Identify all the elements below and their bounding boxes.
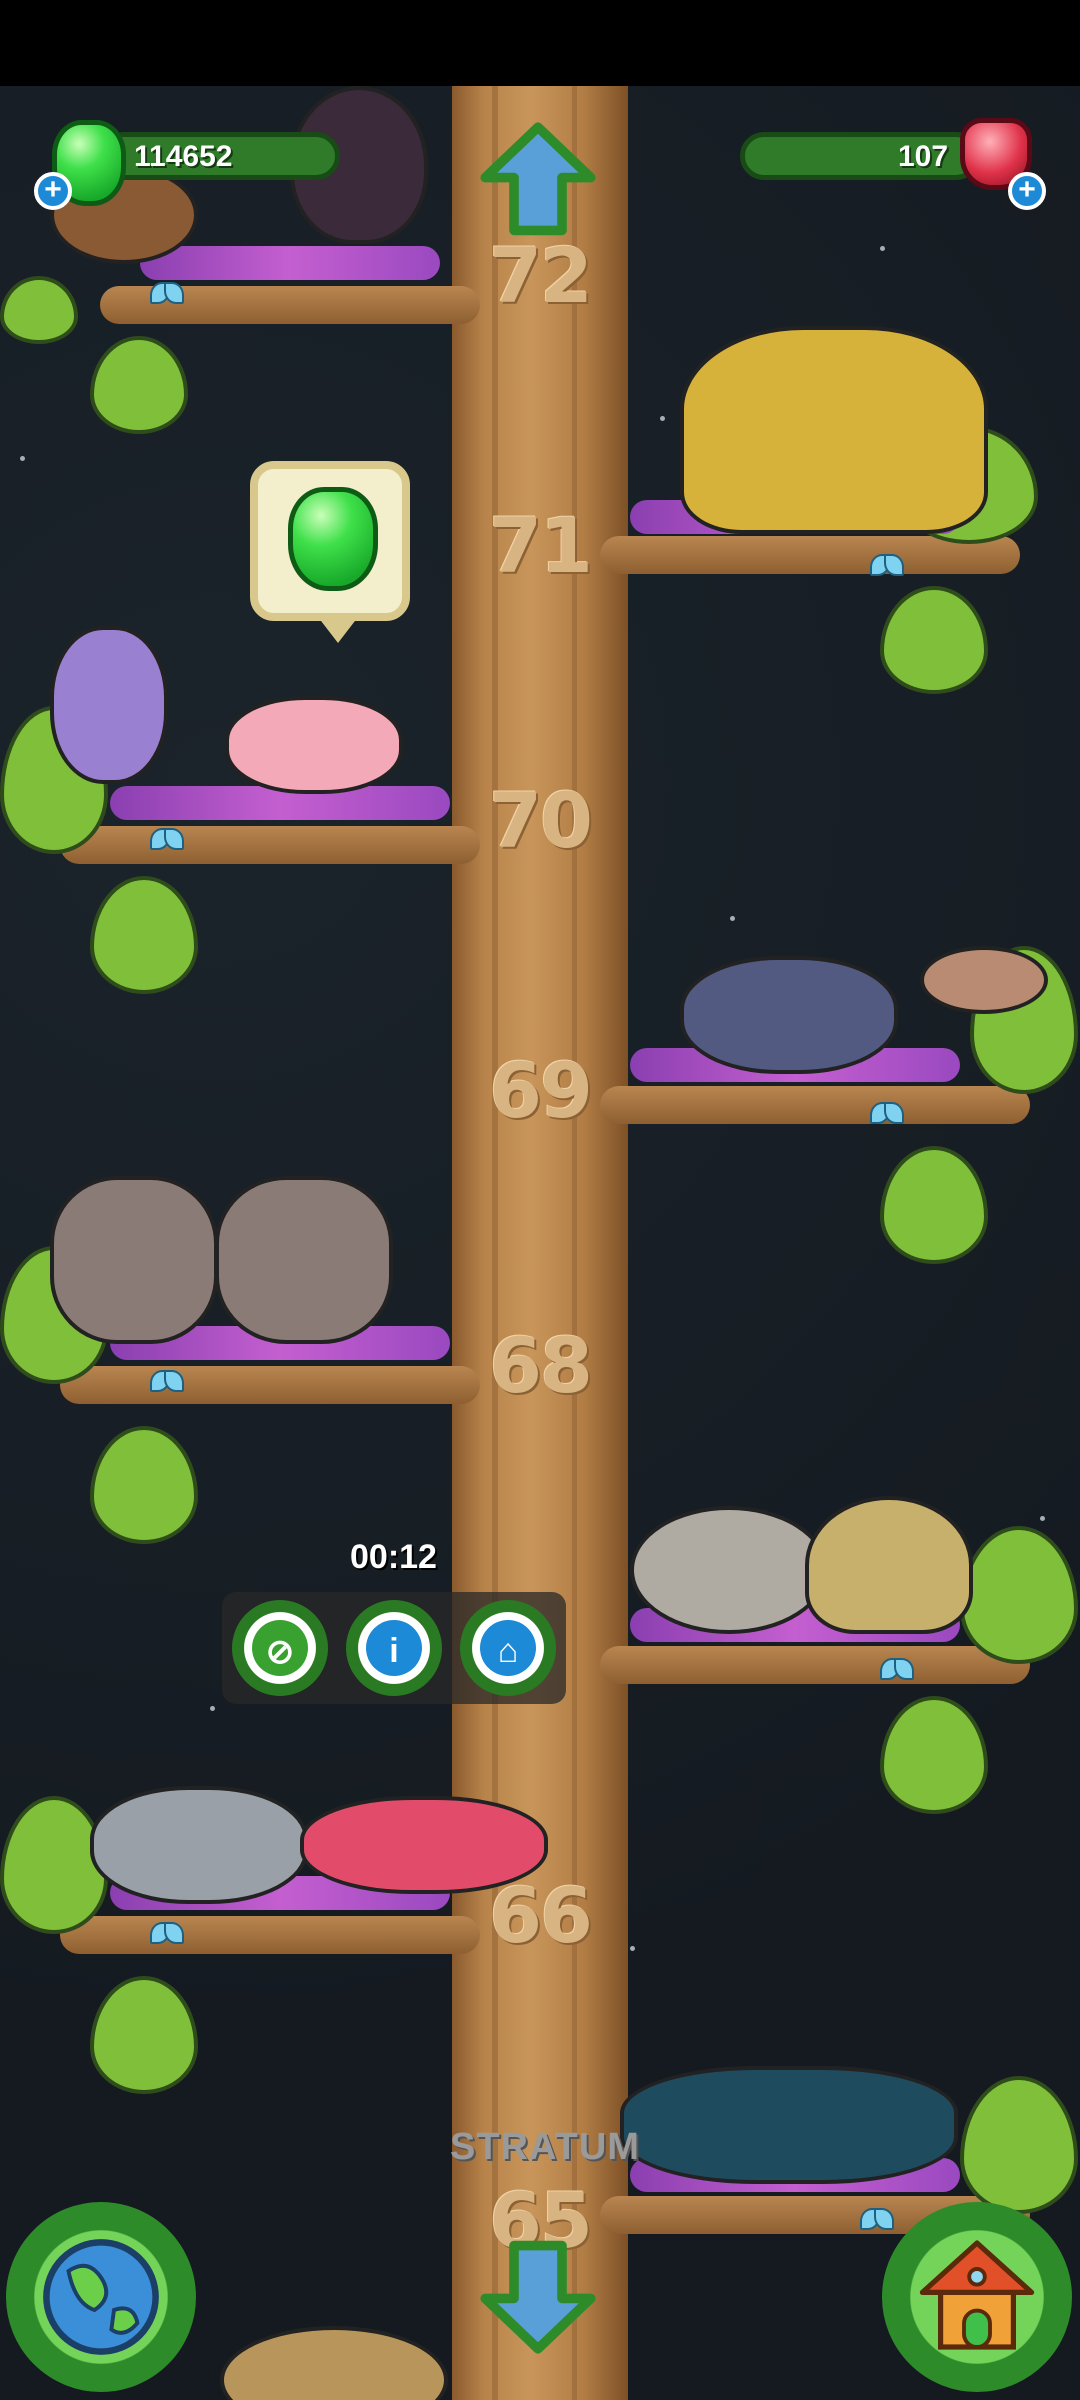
barn-button[interactable]: ⌂ xyxy=(460,1600,556,1696)
arrow-down-icon xyxy=(480,2240,596,2354)
butterfly-icon xyxy=(150,282,184,304)
level-number-70: 70 xyxy=(489,776,593,865)
leaf xyxy=(880,586,988,694)
branch-66 xyxy=(60,1916,480,1954)
leaf xyxy=(90,1976,198,2094)
flying-pig-creature[interactable] xyxy=(225,696,403,794)
star xyxy=(730,916,735,921)
scroll-down-button[interactable] xyxy=(478,2236,598,2356)
leaf xyxy=(960,2076,1078,2214)
butterfly-icon xyxy=(150,1922,184,1944)
star xyxy=(210,1706,215,1711)
game-scene: 72 71 70 69 68 66 STRATUM 65 00:12 ⊘ i ⌂ xyxy=(0,86,1080,2400)
branch-69 xyxy=(600,1086,1030,1124)
tortoise-creature[interactable] xyxy=(805,1496,973,1634)
tree-trunk xyxy=(452,86,628,2400)
level-number-71: 71 xyxy=(489,501,593,590)
partial-creature[interactable] xyxy=(220,2326,448,2400)
manatee-creature[interactable] xyxy=(630,1506,828,1634)
globe-icon xyxy=(43,2239,159,2355)
leaf xyxy=(90,336,188,434)
home-button[interactable] xyxy=(882,2202,1072,2392)
leaf xyxy=(0,1796,108,1934)
info-icon: i xyxy=(366,1620,422,1676)
moth-creature[interactable] xyxy=(920,946,1048,1014)
scroll-up-button[interactable] xyxy=(478,120,598,240)
house-icon xyxy=(919,2240,1035,2350)
moss xyxy=(140,246,440,280)
world-map-button[interactable] xyxy=(6,2202,196,2392)
green-currency-value: 114652 xyxy=(134,140,233,173)
beetle-pair-creature[interactable] xyxy=(620,2066,958,2184)
level-number-66: 66 xyxy=(489,1871,593,1960)
level-number-72: 72 xyxy=(489,231,593,320)
star xyxy=(20,456,25,461)
star xyxy=(1040,1516,1045,1521)
star xyxy=(880,246,885,251)
timer-text: 00:12 xyxy=(350,1538,437,1576)
status-bar xyxy=(0,0,1080,86)
griffin-pair-creature[interactable] xyxy=(680,326,988,534)
add-green-currency-button[interactable]: + xyxy=(34,172,72,210)
stratum-label: STRATUM xyxy=(450,2126,640,2168)
lemur-creature[interactable] xyxy=(90,1786,308,1904)
butterfly-icon xyxy=(880,1658,914,1680)
leaf xyxy=(0,276,78,344)
level-number-68: 68 xyxy=(489,1321,593,1410)
walrus-creature[interactable] xyxy=(680,956,898,1074)
butterfly-icon xyxy=(150,1370,184,1392)
barn-icon: ⌂ xyxy=(480,1620,536,1676)
donkey-creature[interactable] xyxy=(215,1176,393,1344)
star xyxy=(630,1946,635,1951)
butterfly-icon xyxy=(870,554,904,576)
butterfly-icon xyxy=(870,1102,904,1124)
leaf xyxy=(90,1426,198,1544)
kangaroo-creature[interactable] xyxy=(50,626,168,784)
branch-67 xyxy=(600,1646,1030,1684)
butterfly-icon xyxy=(150,828,184,850)
gem-reward-bubble[interactable] xyxy=(250,461,410,643)
action-panel: ⊘ i ⌂ xyxy=(222,1592,566,1704)
leaf xyxy=(960,1526,1078,1664)
level-number-69: 69 xyxy=(489,1046,593,1135)
info-button[interactable]: i xyxy=(346,1600,442,1696)
donkey-creature[interactable] xyxy=(50,1176,218,1344)
red-currency-value: 107 xyxy=(898,140,949,173)
leaf xyxy=(880,1146,988,1264)
leaf xyxy=(90,876,198,994)
arrow-up-icon xyxy=(480,122,596,236)
green-gem-icon xyxy=(288,487,378,591)
add-red-currency-button[interactable]: + xyxy=(1008,172,1046,210)
star xyxy=(660,416,665,421)
branch-68 xyxy=(60,1366,480,1404)
branch-70 xyxy=(60,826,480,864)
leaf xyxy=(880,1696,988,1814)
butterfly-icon xyxy=(860,2208,894,2230)
catch-button[interactable]: ⊘ xyxy=(232,1600,328,1696)
net-icon: ⊘ xyxy=(252,1620,308,1676)
